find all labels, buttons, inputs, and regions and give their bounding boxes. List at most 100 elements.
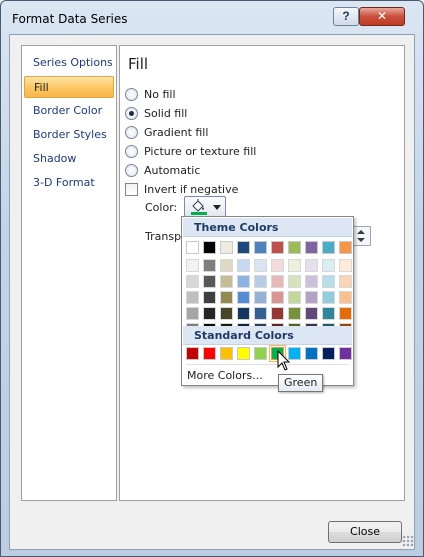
standard-colors-header: Standard Colors	[183, 326, 352, 345]
theme-color-swatch[interactable]	[339, 241, 352, 254]
theme-color-swatch[interactable]	[322, 241, 335, 254]
theme-tint-swatch[interactable]	[271, 275, 284, 288]
nav-item-fill[interactable]: Fill	[24, 76, 114, 98]
panel-title: Fill	[128, 55, 149, 73]
theme-color-swatch[interactable]	[203, 241, 216, 254]
nav-item-3d-format[interactable]: 3-D Format	[24, 172, 114, 194]
theme-tint-swatch[interactable]	[203, 275, 216, 288]
theme-color-swatch[interactable]	[186, 241, 199, 254]
dialog-title: Format Data Series	[12, 12, 128, 26]
theme-tint-swatch[interactable]	[322, 307, 335, 320]
radio-gradient-fill[interactable]: Gradient fill	[125, 125, 208, 141]
nav-item-border-styles[interactable]: Border Styles	[24, 124, 114, 146]
category-list: Series Options Fill Border Color Border …	[21, 45, 117, 501]
theme-tint-swatch[interactable]	[254, 275, 267, 288]
standard-color-swatch[interactable]	[254, 347, 267, 360]
radio-gradient-fill-label: Gradient fill	[144, 126, 209, 139]
radio-picture-fill[interactable]: Picture or texture fill	[125, 144, 256, 160]
theme-tint-swatch[interactable]	[254, 307, 267, 320]
theme-tint-swatch[interactable]	[322, 259, 335, 272]
theme-tint-swatch[interactable]	[186, 275, 199, 288]
theme-tint-swatch[interactable]	[220, 307, 233, 320]
theme-tint-swatch[interactable]	[237, 291, 250, 304]
color-palette-popup: Theme Colors Standard Colors More Colors…	[181, 216, 354, 386]
theme-tint-swatch[interactable]	[288, 291, 301, 304]
theme-tint-swatch[interactable]	[254, 259, 267, 272]
theme-color-swatch[interactable]	[288, 241, 301, 254]
spinner-down-icon[interactable]	[357, 238, 365, 242]
window-close-button[interactable]: ✕	[359, 7, 405, 26]
spinner-up-icon[interactable]	[357, 230, 365, 234]
theme-tint-swatch[interactable]	[271, 291, 284, 304]
theme-tint-swatch[interactable]	[339, 307, 352, 320]
radio-automatic-control[interactable]	[125, 163, 138, 177]
theme-tint-swatch[interactable]	[220, 291, 233, 304]
theme-color-swatch[interactable]	[237, 241, 250, 254]
invert-checkbox[interactable]	[125, 182, 138, 196]
nav-item-shadow[interactable]: Shadow	[24, 148, 114, 170]
theme-tint-swatch[interactable]	[288, 275, 301, 288]
radio-automatic-label: Automatic	[144, 164, 201, 177]
theme-tint-swatch[interactable]	[220, 259, 233, 272]
theme-tint-swatch[interactable]	[237, 259, 250, 272]
swatch-tooltip: Green	[278, 374, 324, 392]
radio-gradient-fill-control[interactable]	[125, 125, 138, 139]
theme-tint-swatch[interactable]	[186, 307, 199, 320]
theme-tint-swatch[interactable]	[305, 307, 318, 320]
more-colors-label: More Colors...	[187, 369, 263, 382]
mouse-cursor-icon	[277, 350, 291, 371]
help-button[interactable]: ?	[333, 7, 359, 26]
color-picker-button[interactable]	[184, 196, 226, 218]
paint-bucket-icon	[191, 199, 207, 215]
theme-tint-swatch[interactable]	[237, 307, 250, 320]
theme-tint-swatch[interactable]	[339, 275, 352, 288]
standard-color-swatch[interactable]	[237, 347, 250, 360]
theme-tint-swatch[interactable]	[339, 259, 352, 272]
radio-no-fill[interactable]: No fill	[125, 87, 176, 103]
theme-tint-swatch[interactable]	[271, 307, 284, 320]
standard-color-swatch[interactable]	[322, 347, 335, 360]
resize-grip[interactable]	[402, 535, 414, 547]
chevron-down-icon	[213, 205, 221, 210]
theme-tint-swatch[interactable]	[305, 259, 318, 272]
theme-tint-swatch[interactable]	[271, 259, 284, 272]
theme-tint-swatch[interactable]	[186, 259, 199, 272]
theme-color-swatch[interactable]	[271, 241, 284, 254]
close-button[interactable]: Close	[328, 521, 402, 543]
theme-color-swatch[interactable]	[305, 241, 318, 254]
theme-tint-swatch[interactable]	[322, 291, 335, 304]
theme-tint-swatch[interactable]	[288, 259, 301, 272]
theme-tint-swatch[interactable]	[203, 291, 216, 304]
nav-item-series-options[interactable]: Series Options	[24, 52, 114, 74]
radio-solid-fill-control[interactable]	[125, 106, 138, 120]
radio-automatic[interactable]: Automatic	[125, 163, 200, 179]
theme-tint-swatch[interactable]	[203, 259, 216, 272]
theme-tint-swatch[interactable]	[339, 291, 352, 304]
invert-label: Invert if negative	[144, 183, 239, 196]
standard-color-swatch[interactable]	[339, 347, 352, 360]
radio-no-fill-control[interactable]	[125, 87, 138, 101]
standard-color-swatch[interactable]	[203, 347, 216, 360]
radio-picture-fill-control[interactable]	[125, 144, 138, 158]
color-label: Color:	[145, 201, 178, 214]
theme-tint-swatch[interactable]	[237, 275, 250, 288]
nav-item-border-color[interactable]: Border Color	[24, 100, 114, 122]
standard-color-swatch[interactable]	[220, 347, 233, 360]
theme-tint-swatch[interactable]	[220, 275, 233, 288]
theme-tint-swatch[interactable]	[322, 275, 335, 288]
theme-tint-swatch[interactable]	[288, 307, 301, 320]
theme-color-swatch[interactable]	[220, 241, 233, 254]
standard-color-swatch[interactable]	[186, 347, 199, 360]
title-bar[interactable]: Format Data Series ? ✕	[1, 1, 423, 35]
theme-tint-swatch[interactable]	[203, 307, 216, 320]
theme-color-swatch[interactable]	[254, 241, 267, 254]
standard-color-swatch[interactable]	[305, 347, 318, 360]
theme-tint-swatch[interactable]	[254, 291, 267, 304]
more-colors-link[interactable]: More Colors...	[187, 369, 263, 382]
theme-tint-swatch[interactable]	[186, 291, 199, 304]
transparency-spinner[interactable]	[351, 226, 371, 246]
theme-tint-swatch[interactable]	[305, 291, 318, 304]
theme-tint-swatch[interactable]	[305, 275, 318, 288]
theme-colors-header: Theme Colors	[183, 218, 352, 237]
radio-solid-fill[interactable]: Solid fill	[125, 106, 187, 122]
